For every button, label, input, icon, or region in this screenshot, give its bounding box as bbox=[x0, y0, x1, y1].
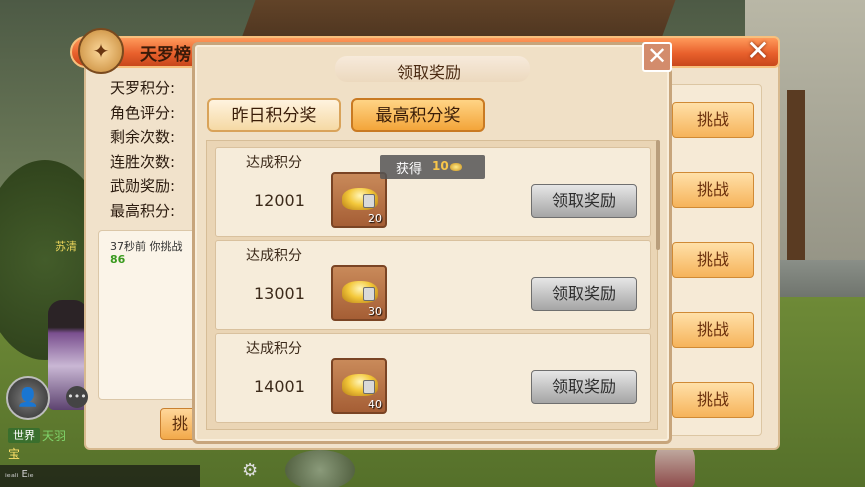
challenge-button[interactable]: 挑战 bbox=[672, 242, 754, 278]
ranking-close-button[interactable]: ✕ bbox=[740, 36, 776, 68]
bottom-status-strip: ᵢₑₐₗᵢ Eᵢₑ bbox=[0, 465, 200, 487]
claim-reward-button[interactable]: 领取奖励 bbox=[531, 184, 637, 218]
challenge-button[interactable]: 挑战 bbox=[672, 312, 754, 348]
row-label: 达成积分 bbox=[246, 155, 302, 171]
challenge-button[interactable]: 挑战 bbox=[672, 102, 754, 138]
stat-label: 角色评分: bbox=[110, 103, 176, 122]
challenge-button[interactable]: 挑战 bbox=[672, 382, 754, 418]
chat-channel-tag: 世界 bbox=[8, 428, 40, 443]
chat-avatar-icon[interactable]: 👤 bbox=[6, 376, 50, 420]
item-count: 20 bbox=[368, 212, 382, 225]
reward-row: 达成积分 13001 30 领取奖励 bbox=[215, 240, 651, 330]
row-score: 14001 bbox=[254, 377, 305, 396]
reward-row: 达成积分 14001 40 领取奖励 bbox=[215, 333, 651, 423]
reward-list-scrollbar[interactable] bbox=[656, 140, 660, 250]
modal-title: 领取奖励 bbox=[397, 63, 462, 82]
item-count: 40 bbox=[368, 398, 382, 411]
tab-yesterday-score[interactable]: 昨日积分奖 bbox=[207, 98, 341, 132]
item-count: 30 bbox=[368, 305, 382, 318]
reward-item-slot[interactable]: 20 bbox=[331, 172, 387, 228]
chat-bubble-icon[interactable]: ••• bbox=[66, 386, 88, 408]
row-label: 达成积分 bbox=[246, 248, 302, 264]
tab-highest-score[interactable]: 最高积分奖 bbox=[351, 98, 485, 132]
stat-label: 连胜次数: bbox=[110, 152, 176, 171]
lock-icon bbox=[363, 287, 375, 301]
stat-label: 最高积分: bbox=[110, 201, 176, 220]
gold-ingot-icon bbox=[450, 163, 462, 171]
modal-close-button[interactable]: ✕ bbox=[642, 42, 672, 72]
claim-reward-button[interactable]: 领取奖励 bbox=[531, 370, 637, 404]
crest-icon: ✦ bbox=[78, 28, 124, 74]
chat-sender-name[interactable]: 天羽 bbox=[42, 427, 66, 444]
lock-icon bbox=[363, 194, 375, 208]
challenge-button[interactable]: 挑战 bbox=[672, 172, 754, 208]
bottom-status-text: ᵢₑₐₗᵢ Eᵢₑ bbox=[5, 469, 34, 480]
battle-log-text: 37秒前 你挑战 bbox=[110, 240, 183, 253]
lock-icon bbox=[363, 380, 375, 394]
claim-reward-button[interactable]: 领取奖励 bbox=[531, 277, 637, 311]
row-score: 12001 bbox=[254, 191, 305, 210]
stat-label: 武勋奖励: bbox=[110, 177, 176, 195]
reward-item-slot[interactable]: 40 bbox=[331, 358, 387, 414]
player-stats-list: 天罗积分: 角色评分: 剩余次数: 连胜次数: 武勋奖励: 最高积分: bbox=[110, 76, 175, 223]
chat-message-text: 宝 bbox=[8, 447, 21, 461]
ranking-panel-title: 天罗榜 bbox=[140, 45, 191, 65]
row-score: 13001 bbox=[254, 284, 305, 303]
stat-label: 天罗积分: bbox=[110, 79, 176, 97]
battle-log-value: 86 bbox=[110, 253, 126, 266]
gear-icon[interactable]: ⚙ bbox=[242, 460, 258, 481]
toast-prefix: 获得 bbox=[396, 162, 423, 177]
obtained-toast: 获得 10 bbox=[380, 155, 485, 179]
row-label: 达成积分 bbox=[246, 341, 302, 357]
reward-item-slot[interactable]: 30 bbox=[331, 265, 387, 321]
toast-amount: 10 bbox=[432, 159, 449, 173]
npc-name-label: 苏清 bbox=[55, 240, 77, 253]
creature-npc[interactable] bbox=[285, 450, 355, 487]
stat-label: 剩余次数: bbox=[110, 128, 176, 146]
